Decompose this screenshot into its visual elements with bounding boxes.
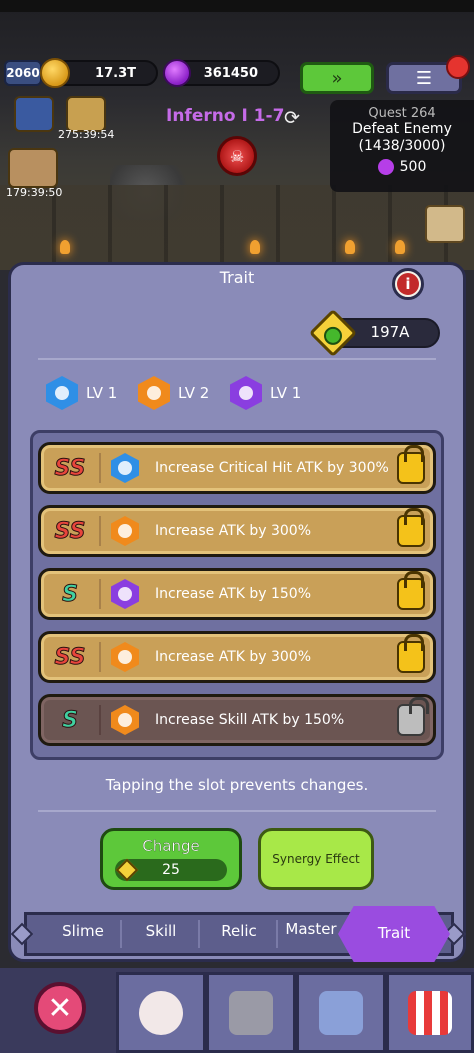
- quest-box[interactable]: Quest 264 Defeat Enemy (1438/3000) 500: [330, 100, 474, 192]
- trait-effect: Increase Skill ATK by 150%: [155, 712, 345, 728]
- synergy-effect-button[interactable]: Synergy Effect: [258, 828, 374, 890]
- boss-button[interactable]: ☠: [217, 136, 257, 176]
- grade-label: S: [62, 581, 79, 607]
- trait-effect: Increase ATK by 150%: [155, 586, 312, 602]
- refresh-icon[interactable]: ⟳: [284, 107, 300, 129]
- lock-icon[interactable]: [397, 508, 425, 547]
- notification-badge: [446, 55, 470, 79]
- tab-slime[interactable]: Slime: [50, 922, 116, 940]
- trait-level-label: LV 1: [86, 384, 118, 402]
- lock-icon[interactable]: [397, 445, 425, 484]
- chicken-icon: [139, 990, 183, 1035]
- trait-slot-5[interactable]: S Increase Skill ATK by 150%: [38, 694, 436, 746]
- hint-text: Tapping the slot prevents changes.: [105, 776, 369, 794]
- gem-icon: [163, 59, 191, 87]
- list-icon: ☰: [415, 67, 433, 89]
- scroll-icon[interactable]: [425, 205, 465, 243]
- trait-slot-2[interactable]: SS Increase ATK by 300%: [38, 505, 436, 557]
- quest-progress: (1438/3000): [358, 138, 446, 154]
- trait-effect: Increase ATK by 300%: [155, 649, 312, 665]
- quest-objective: Defeat Enemy: [352, 121, 452, 137]
- grade-label: SS: [54, 644, 86, 670]
- trait-level-label: LV 1: [270, 384, 302, 402]
- gem-value: 361450: [203, 65, 258, 81]
- tab-trait-label: Trait: [377, 924, 411, 942]
- trait-stone-icon: [115, 858, 139, 882]
- gold-coin-icon: [40, 58, 70, 88]
- nav-slime[interactable]: [116, 972, 206, 1053]
- info-button[interactable]: i: [392, 268, 424, 300]
- tab-master[interactable]: Master: [280, 920, 342, 938]
- shop-icon: [408, 990, 452, 1035]
- nav-summon[interactable]: [206, 972, 296, 1053]
- info-icon: i: [397, 273, 419, 295]
- chest-icon[interactable]: [66, 96, 106, 132]
- trait-slot-4[interactable]: SS Increase ATK by 300%: [38, 631, 436, 683]
- divider: [38, 358, 436, 360]
- castle-icon: [319, 990, 363, 1035]
- close-icon: ✕: [47, 990, 73, 1026]
- nav-castle[interactable]: [296, 972, 386, 1053]
- pet-icon[interactable]: [8, 148, 58, 188]
- torch-icon: [395, 240, 405, 254]
- fast-forward-icon: »: [331, 67, 343, 89]
- trait-level-label: LV 2: [178, 384, 210, 402]
- orange-trait-icon: [138, 376, 170, 410]
- portal-icon: [229, 990, 273, 1035]
- change-cost: 25: [115, 858, 227, 882]
- trait-level-orange: LV 2: [138, 374, 209, 412]
- tab-skill[interactable]: Skill: [128, 922, 194, 940]
- quest-title: Quest 264: [368, 106, 436, 121]
- quest-reward: 500: [330, 159, 474, 175]
- blue-trait-icon: [111, 453, 139, 483]
- skull-icon: ☠: [229, 146, 245, 166]
- trait-slot-3[interactable]: S Increase ATK by 150%: [38, 568, 436, 620]
- fast-forward-button[interactable]: »: [300, 62, 374, 94]
- change-button[interactable]: Change 25: [100, 828, 242, 890]
- trait-effect: Increase Critical Hit ATK by 300%: [155, 460, 389, 476]
- lock-icon[interactable]: [397, 634, 425, 673]
- player-level: 2060: [4, 60, 42, 86]
- orange-trait-icon: [111, 642, 139, 672]
- orange-trait-icon: [111, 516, 139, 546]
- orange-trait-icon: [111, 705, 139, 735]
- nav-shop[interactable]: [386, 972, 474, 1053]
- divider: [38, 810, 436, 812]
- trait-slot-1[interactable]: SS Increase Critical Hit ATK by 300%: [38, 442, 436, 494]
- purple-trait-icon: [111, 579, 139, 609]
- trait-effect: Increase ATK by 300%: [155, 523, 312, 539]
- trait-currency-value: 197A: [370, 323, 410, 341]
- buff-icon-1[interactable]: [14, 96, 54, 132]
- dungeon-wall: [0, 185, 474, 270]
- torch-icon: [250, 240, 260, 254]
- torch-icon: [345, 240, 355, 254]
- stage-name: Inferno I 1-7: [166, 106, 285, 126]
- gem-icon: [377, 159, 394, 175]
- change-label: Change: [142, 837, 200, 855]
- trait-level-purple: LV 1: [230, 374, 301, 412]
- buff-timer-1: 275:39:54: [58, 128, 115, 141]
- gold-value: 17.3T: [95, 65, 136, 81]
- grade-label: SS: [54, 455, 86, 481]
- lock-icon[interactable]: [397, 571, 425, 610]
- unlock-icon[interactable]: [397, 697, 429, 736]
- grade-label: S: [62, 707, 79, 733]
- grade-label: SS: [54, 518, 86, 544]
- torch-icon: [60, 240, 70, 254]
- blue-trait-icon: [46, 376, 78, 410]
- top-strip: [0, 0, 474, 12]
- quest-reward-value: 500: [399, 159, 427, 175]
- trait-level-blue: LV 1: [46, 374, 117, 412]
- buff-timer-2: 179:39:50: [6, 186, 63, 199]
- change-cost-value: 25: [162, 862, 180, 878]
- close-button[interactable]: ✕: [34, 982, 86, 1034]
- purple-trait-icon: [230, 376, 262, 410]
- tab-relic[interactable]: Relic: [206, 922, 272, 940]
